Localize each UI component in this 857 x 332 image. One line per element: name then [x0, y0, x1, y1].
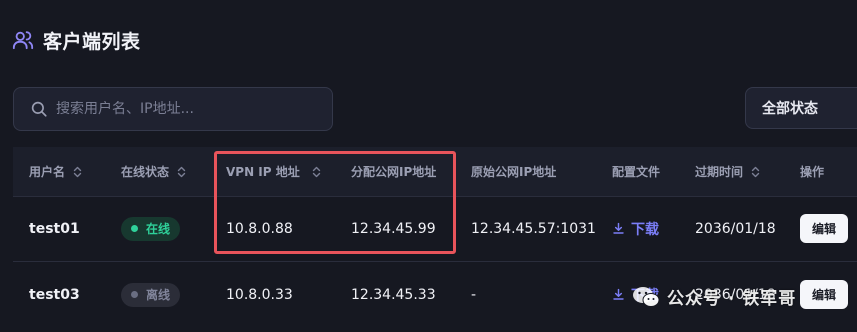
- column-header-assigned-ip: 分配公网IP地址: [351, 147, 436, 196]
- expiry-cell: 2036/01/18: [695, 220, 776, 237]
- page-header: 客户端列表: [12, 27, 141, 53]
- sort-icon[interactable]: [312, 166, 321, 178]
- actions-cell: 编辑: [800, 262, 849, 327]
- table-row: test01 在线 10.8.0.88 12.34.45.99 12.34.45…: [13, 196, 857, 262]
- column-header-original-ip: 原始公网IP地址: [471, 147, 556, 196]
- original-ip-cell: -: [471, 286, 477, 303]
- search-icon: [30, 100, 48, 118]
- column-label: 用户名: [29, 165, 66, 179]
- status-dot: [131, 291, 138, 298]
- clients-table: 用户名 在线状态 VPN IP 地址 分配公网IP地址 原始公网IP地址 配置文…: [13, 147, 857, 332]
- username-cell: test01: [29, 220, 80, 237]
- sort-icon[interactable]: [177, 166, 186, 178]
- download-label: 下载: [631, 221, 659, 238]
- username-cell: test03: [29, 286, 80, 303]
- config-cell: 下载: [612, 262, 659, 327]
- search-input[interactable]: [56, 101, 332, 117]
- status-cell: 在线: [121, 196, 181, 261]
- column-label: 分配公网IP地址: [351, 165, 437, 179]
- status-filter-select[interactable]: 全部状态: [745, 87, 857, 129]
- download-link[interactable]: 下载: [612, 285, 659, 305]
- column-header-actions: 操作: [800, 147, 824, 196]
- download-icon: [613, 222, 624, 234]
- column-label: VPN IP 地址: [226, 165, 300, 179]
- status-dot: [131, 225, 138, 232]
- download-label: 下载: [631, 287, 659, 304]
- status-cell: 离线: [121, 262, 181, 327]
- status-badge: 离线: [121, 282, 181, 307]
- column-label: 操作: [800, 165, 825, 179]
- column-header-vpn-ip[interactable]: VPN IP 地址: [226, 147, 321, 196]
- column-label: 配置文件: [612, 165, 661, 179]
- search-box[interactable]: [13, 87, 333, 131]
- column-header-username[interactable]: 用户名: [29, 147, 82, 196]
- sort-icon[interactable]: [73, 166, 82, 178]
- status-label: 在线: [146, 222, 171, 236]
- column-header-status[interactable]: 在线状态: [121, 147, 186, 196]
- column-label: 原始公网IP地址: [471, 165, 557, 179]
- assigned-ip-cell: 12.34.45.33: [351, 286, 436, 303]
- page-title: 客户端列表: [43, 30, 141, 53]
- column-label: 过期时间: [695, 165, 744, 179]
- edit-button[interactable]: 编辑: [800, 280, 849, 309]
- table-header: 用户名 在线状态 VPN IP 地址 分配公网IP地址 原始公网IP地址 配置文…: [13, 147, 857, 197]
- column-header-config: 配置文件: [612, 147, 660, 196]
- download-link[interactable]: 下载: [612, 219, 659, 239]
- download-icon: [613, 288, 624, 300]
- original-ip-cell: 12.34.45.57:1031: [471, 220, 596, 237]
- column-label: 在线状态: [121, 165, 170, 179]
- vpn-ip-cell: 10.8.0.33: [226, 286, 293, 303]
- edit-button[interactable]: 编辑: [800, 214, 849, 243]
- expiry-cell: 2036/01/18: [695, 286, 776, 303]
- status-badge: 在线: [121, 216, 181, 241]
- column-header-expiry[interactable]: 过期时间: [695, 147, 760, 196]
- actions-cell: 编辑: [800, 196, 849, 261]
- assigned-ip-cell: 12.34.45.99: [351, 220, 436, 237]
- status-label: 离线: [146, 288, 171, 302]
- sort-icon[interactable]: [751, 166, 760, 178]
- users-icon: [12, 29, 34, 51]
- config-cell: 下载: [612, 196, 659, 261]
- vpn-ip-cell: 10.8.0.88: [226, 220, 293, 237]
- table-row: test03 离线 10.8.0.33 12.34.45.33 - 下载 203…: [13, 262, 857, 332]
